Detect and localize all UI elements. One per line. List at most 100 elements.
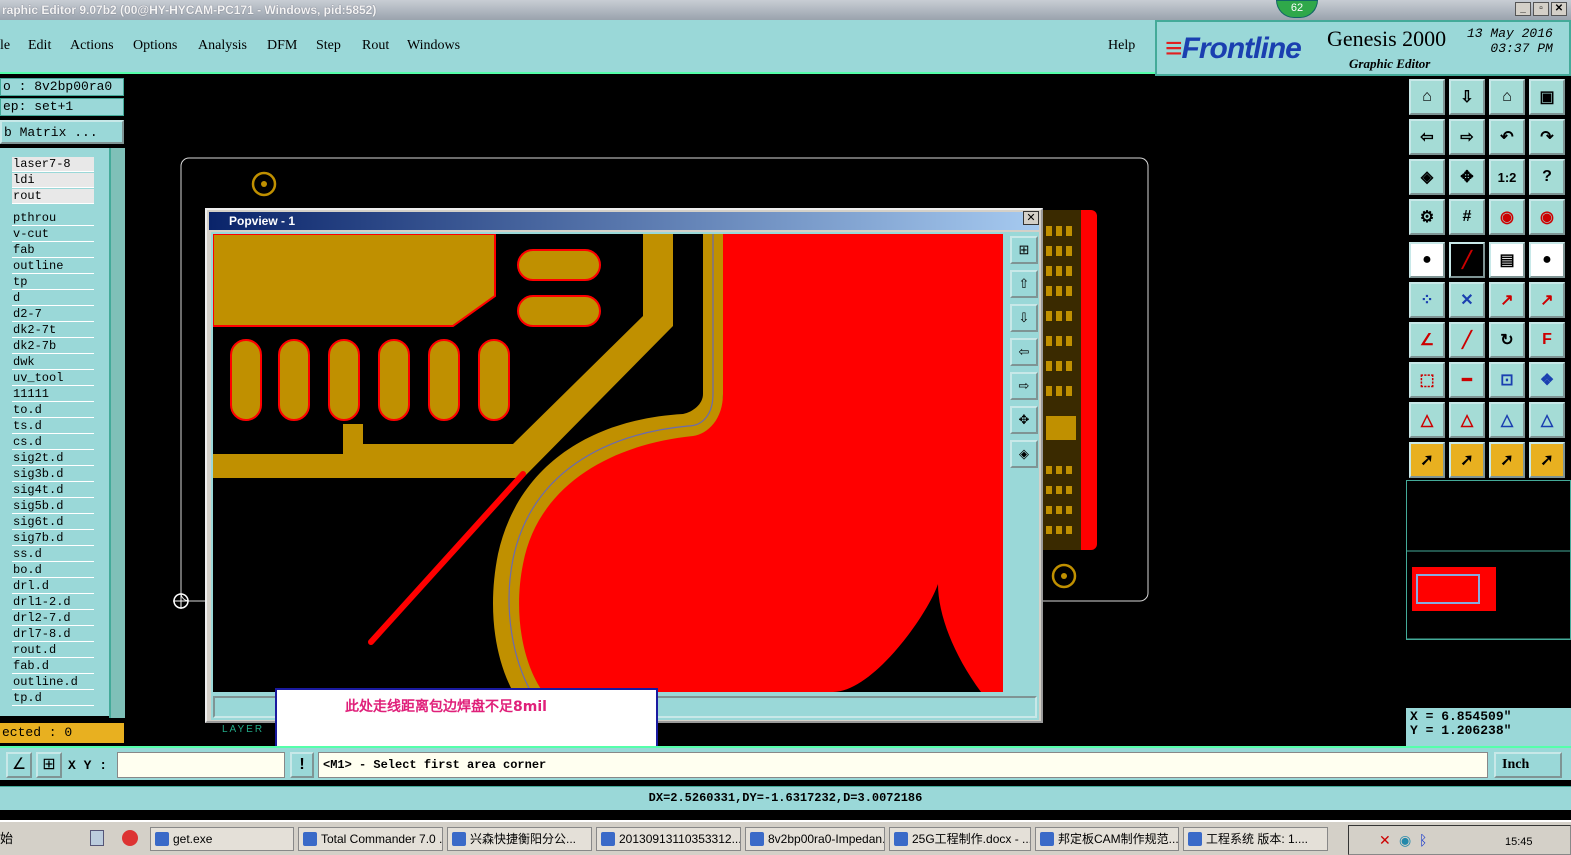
tool-undo-view[interactable]: ↶ [1489, 119, 1525, 155]
tool-window[interactable]: ▣ [1529, 79, 1565, 115]
minimize-button[interactable]: _ [1515, 2, 1531, 16]
tool-pointer-info[interactable]: ➚ [1489, 442, 1525, 478]
layer-item[interactable]: drl7-8.d [12, 627, 94, 642]
close-window-button[interactable]: ✕ [1551, 2, 1567, 16]
tool-pointer-select[interactable]: ➚ [1449, 442, 1485, 478]
task-get[interactable]: get.exe [150, 827, 294, 851]
task-total-commander[interactable]: Total Commander 7.0 ... [298, 827, 443, 851]
layer-item[interactable]: to.d [12, 403, 94, 418]
tool-cut[interactable]: ⊡ [1489, 362, 1525, 398]
menu-actions[interactable]: Actions [70, 38, 114, 54]
tool-delete-node[interactable]: ✕ [1449, 282, 1485, 318]
matrix-button[interactable]: b Matrix ... [0, 120, 124, 144]
quicklaunch-icon-2[interactable] [122, 830, 138, 846]
tool-ff[interactable]: F [1529, 322, 1565, 358]
tool-tri-d[interactable]: △ [1529, 402, 1565, 438]
popview-right-button[interactable]: ⇨ [1010, 372, 1038, 400]
menu-step[interactable]: Step [316, 38, 341, 54]
layer-item[interactable]: sig3b.d [12, 467, 94, 482]
units-button[interactable]: Inch [1494, 752, 1562, 778]
menu-options[interactable]: Options [133, 38, 177, 54]
layer-item[interactable]: sig4t.d [12, 483, 94, 498]
tool-zoom-fit[interactable]: ◈ [1409, 159, 1445, 195]
layer-item[interactable]: d [12, 291, 94, 306]
tool-segment[interactable]: ╱ [1449, 322, 1485, 358]
layer-item[interactable]: outline [12, 259, 94, 274]
popview-up-button[interactable]: ⇧ [1010, 270, 1038, 298]
tray-close-icon[interactable]: ✕ [1379, 832, 1391, 849]
layer-list-scrollbar[interactable] [109, 148, 125, 718]
tool-pointer-net[interactable]: ➚ [1529, 442, 1565, 478]
task-doc-2013[interactable]: 20130913110353312.... [596, 827, 741, 851]
popview-zoom-in-button[interactable]: ⊞ [1010, 236, 1038, 264]
layer-item[interactable]: cs.d [12, 435, 94, 450]
layer-item[interactable]: sig2t.d [12, 451, 94, 466]
tool-snap-a[interactable]: ◉ [1489, 199, 1525, 235]
layer-item[interactable]: sig7b.d [12, 531, 94, 546]
maximize-button[interactable]: ▫ [1533, 2, 1549, 16]
layer-item[interactable]: dk2-7t [12, 323, 94, 338]
tool-measure[interactable]: ⚙ [1409, 199, 1445, 235]
layer-item[interactable]: ldi [12, 173, 94, 188]
layer-item[interactable]: ss.d [12, 547, 94, 562]
tool-tri-a[interactable]: △ [1409, 402, 1445, 438]
menu-edit[interactable]: Edit [28, 38, 51, 54]
menu-file[interactable]: le [0, 38, 10, 54]
layer-item[interactable]: 11111 [12, 387, 94, 402]
tool-snap-b[interactable]: ◉ [1529, 199, 1565, 235]
tool-pointer[interactable]: ➚ [1409, 442, 1445, 478]
popview-window[interactable]: Popview - 1 ✕ ⊞ ⇧ ⇩ ⇦ ⇨ ✥ ◈ [205, 208, 1043, 723]
tool-pan-left[interactable]: ⇦ [1409, 119, 1445, 155]
layer-item[interactable]: fab [12, 243, 94, 258]
tool-group[interactable]: ❖ [1529, 362, 1565, 398]
tool-help[interactable]: ? [1529, 159, 1565, 195]
tool-angle[interactable]: ∠ [1409, 322, 1445, 358]
menu-help[interactable]: Help [1108, 38, 1135, 54]
tool-tri-c[interactable]: △ [1489, 402, 1525, 438]
popview-fit-button[interactable]: ✥ [1010, 406, 1038, 434]
tool-grid[interactable]: # [1449, 199, 1485, 235]
layer-item[interactable]: rout [12, 189, 94, 204]
layer-item[interactable]: sig6t.d [12, 515, 94, 530]
tool-arc[interactable]: ↻ [1489, 322, 1525, 358]
layer-list[interactable]: laser7-8 ldi rout pthrou v-cut fab outline tp d d… [0, 148, 110, 716]
layer-item[interactable]: drl1-2.d [12, 595, 94, 610]
layer-item[interactable]: tp.d [12, 691, 94, 706]
tool-home[interactable]: ⌂ [1489, 79, 1525, 115]
tool-connect[interactable]: ⁘ [1409, 282, 1445, 318]
layer-item[interactable]: uv_tool [12, 371, 94, 386]
tool-ruler[interactable]: ▤ [1489, 242, 1525, 278]
tool-pan-right[interactable]: ⇨ [1449, 119, 1485, 155]
alert-button[interactable]: ! [290, 752, 314, 778]
tool-route[interactable]: ⬚ [1409, 362, 1445, 398]
grid-snap-button[interactable]: ⊞ [36, 752, 62, 778]
minimap[interactable] [1406, 480, 1571, 640]
layer-item[interactable]: outline.d [12, 675, 94, 690]
tool-extend[interactable]: ↗ [1529, 282, 1565, 318]
tool-hline[interactable]: ━ [1449, 362, 1485, 398]
tool-scale-1-2[interactable]: 1:2 [1489, 159, 1525, 195]
layer-item[interactable]: dwk [12, 355, 94, 370]
tool-pad[interactable]: ● [1529, 242, 1565, 278]
menu-windows[interactable]: Windows [407, 38, 460, 54]
layer-item[interactable]: fab.d [12, 659, 94, 674]
layer-item[interactable]: v-cut [12, 227, 94, 242]
menu-analysis[interactable]: Analysis [198, 38, 247, 54]
layer-item[interactable]: d2-7 [12, 307, 94, 322]
layer-item[interactable]: pthrou [12, 211, 94, 226]
popview-close-button[interactable]: ✕ [1023, 211, 1039, 225]
tool-tri-b[interactable]: △ [1449, 402, 1485, 438]
layer-item[interactable]: laser7-8 [12, 157, 94, 172]
tool-move-node[interactable]: ↗ [1489, 282, 1525, 318]
layer-item[interactable]: sig5b.d [12, 499, 94, 514]
task-engineering-system[interactable]: 工程系统 版本: 1.... [1183, 827, 1328, 851]
popview-center-button[interactable]: ◈ [1010, 440, 1038, 468]
layer-item[interactable]: ts.d [12, 419, 94, 434]
tool-zoom-center[interactable]: ✥ [1449, 159, 1485, 195]
task-cam-spec[interactable]: 邦定板CAM制作规范... [1035, 827, 1179, 851]
task-25g-doc[interactable]: 25G工程制作.docx - ... [889, 827, 1031, 851]
snap-angle-button[interactable]: ∠ [6, 752, 32, 778]
xy-input[interactable] [117, 752, 285, 778]
start-button[interactable]: 始 [0, 828, 13, 847]
popview-titlebar[interactable]: Popview - 1 [209, 212, 1039, 230]
